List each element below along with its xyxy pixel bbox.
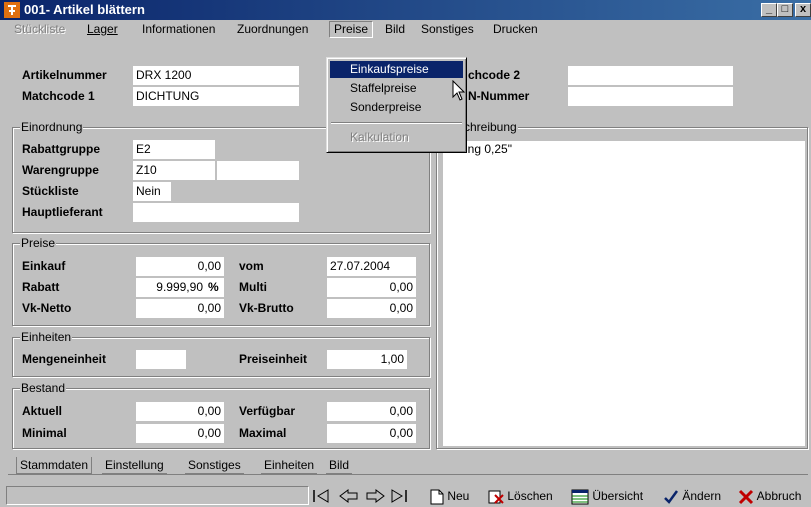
matchcode2-label: chcode 2 <box>468 68 521 82</box>
rabattgruppe-field[interactable]: E2 <box>133 140 215 159</box>
warengruppe-label: Warengruppe <box>22 163 99 177</box>
beschreibung-title: chreibung <box>463 120 518 134</box>
warengruppe-desc-field[interactable] <box>217 161 299 180</box>
new-button-label: Neu <box>447 489 470 503</box>
hauptlieferant-label: Hauptlieferant <box>22 205 103 219</box>
verfuegbar-field[interactable]: 0,00 <box>327 402 416 421</box>
menu-bar: Stückliste Lager Informationen Zuordnung… <box>0 20 811 39</box>
new-button[interactable]: Neu <box>430 486 469 506</box>
tab-bild[interactable]: Bild <box>326 457 353 474</box>
cancel-x-icon <box>738 489 754 504</box>
vknetto-field[interactable]: 0,00 <box>136 299 224 318</box>
maximal-label: Maximal <box>239 426 287 440</box>
tab-einheiten[interactable]: Einheiten <box>261 457 318 474</box>
artikelnummer-field[interactable]: DRX 1200 <box>133 66 299 85</box>
delete-button[interactable]: Löschen <box>488 486 553 506</box>
einheiten-title: Einheiten <box>20 330 73 344</box>
menu-zuordnungen[interactable]: Zuordnungen <box>233 22 312 37</box>
matchcode1-field[interactable]: DICHTUNG <box>133 87 299 106</box>
overview-button[interactable]: Übersicht <box>571 486 643 506</box>
menu-sonstiges[interactable]: Sonstiges <box>417 22 478 37</box>
last-record-icon[interactable] <box>391 489 407 503</box>
previous-record-icon[interactable] <box>339 489 358 503</box>
delete-button-label: Löschen <box>507 489 553 503</box>
tab-einstellung[interactable]: Einstellung <box>102 457 167 474</box>
overview-button-label: Übersicht <box>592 489 644 503</box>
vkbrutto-field[interactable]: 0,00 <box>327 299 416 318</box>
menu-lager-label: Lager <box>87 22 118 36</box>
minimal-field[interactable]: 0,00 <box>136 424 224 443</box>
menu-sonderpreise[interactable]: Sonderpreise <box>330 99 463 116</box>
menu-preise[interactable]: Preise <box>329 21 374 38</box>
stueckliste-field[interactable]: Nein <box>133 182 171 201</box>
einkauf-label: Einkauf <box>22 259 66 273</box>
edit-button-label: Ändern <box>682 489 722 503</box>
stueckliste-label: Stückliste <box>22 184 79 198</box>
maximize-button[interactable]: □ <box>777 3 793 17</box>
aktuell-label: Aktuell <box>22 404 63 418</box>
multi-field[interactable]: 0,00 <box>327 278 416 297</box>
vom-label: vom <box>239 259 264 273</box>
einordnung-title: Einordnung <box>20 120 84 134</box>
tab-sonstiges[interactable]: Sonstiges <box>185 457 244 474</box>
delete-icon <box>488 490 504 504</box>
rabatt-label: Rabatt <box>22 280 60 294</box>
rabatt-field[interactable]: 9.999,90 <box>136 278 206 297</box>
mengeneinheit-field[interactable] <box>136 350 186 369</box>
close-button[interactable]: x <box>795 3 811 17</box>
maximal-field[interactable]: 0,00 <box>327 424 416 443</box>
edit-button[interactable]: Ändern <box>663 486 721 506</box>
menu-bild[interactable]: Bild <box>381 22 409 37</box>
menu-staffelpreise[interactable]: Staffelpreise <box>330 80 463 97</box>
checkmark-icon <box>664 490 679 504</box>
preiseinheit-field[interactable]: 1,00 <box>327 350 407 369</box>
rabatt-unit: % <box>206 278 224 297</box>
menu-einkaufspreise[interactable]: Einkaufspreise <box>330 61 463 78</box>
hauptlieferant-field[interactable] <box>133 203 299 222</box>
app-icon <box>4 2 20 18</box>
verfuegbar-label: Verfügbar <box>239 404 296 418</box>
menu-stueckliste[interactable]: Stückliste <box>10 22 69 37</box>
artikelnummer-label: Artikelnummer <box>22 68 107 82</box>
mengeneinheit-label: Mengeneinheit <box>22 352 107 366</box>
tab-strip: Stammdaten Einstellung Sonstiges Einheit… <box>10 457 360 475</box>
menu-lager[interactable]: Lager <box>83 22 122 37</box>
tab-stammdaten[interactable]: Stammdaten <box>16 457 93 474</box>
preiseinheit-label: Preiseinheit <box>239 352 308 366</box>
rabattgruppe-label: Rabattgruppe <box>22 142 100 156</box>
navigation-buttons <box>313 489 407 503</box>
ean-label: N-Nummer <box>468 89 530 103</box>
einkauf-field[interactable]: 0,00 <box>136 257 224 276</box>
vknetto-label: Vk-Netto <box>22 301 72 315</box>
menu-informationen[interactable]: Informationen <box>138 22 219 37</box>
status-field <box>6 486 309 505</box>
minimize-button[interactable]: _ <box>761 3 777 17</box>
cancel-button[interactable]: Abbruch <box>738 486 801 506</box>
ean-field[interactable] <box>568 87 733 106</box>
menu-kalkulation[interactable]: Kalkulation <box>330 129 463 146</box>
next-record-icon[interactable] <box>366 489 385 503</box>
warengruppe-field[interactable]: Z10 <box>133 161 215 180</box>
matchcode2-field[interactable] <box>568 66 733 85</box>
menu-separator <box>331 122 462 124</box>
title-bar[interactable]: 001- Artikel blättern _ □ x <box>0 0 811 20</box>
bestand-title: Bestand <box>20 381 67 395</box>
first-record-icon[interactable] <box>313 489 329 503</box>
beschreibung-textarea[interactable]: chtung 0,25" <box>443 141 805 446</box>
minimal-label: Minimal <box>22 426 67 440</box>
menu-drucken[interactable]: Drucken <box>489 22 542 37</box>
preise-dropdown-menu: Einkaufspreise Staffelpreise Sonderpreis… <box>326 57 467 153</box>
multi-label: Multi <box>239 280 267 294</box>
new-document-icon <box>430 489 444 505</box>
mouse-cursor-icon <box>452 80 466 101</box>
vom-field[interactable]: 27.07.2004 <box>327 257 416 276</box>
aktuell-field[interactable]: 0,00 <box>136 402 224 421</box>
preise-title: Preise <box>20 236 57 250</box>
cancel-button-label: Abbruch <box>756 489 802 503</box>
vkbrutto-label: Vk-Brutto <box>239 301 294 315</box>
overview-table-icon <box>571 489 589 505</box>
window-title: 001- Artikel blättern <box>24 2 145 17</box>
matchcode1-label: Matchcode 1 <box>22 89 95 103</box>
